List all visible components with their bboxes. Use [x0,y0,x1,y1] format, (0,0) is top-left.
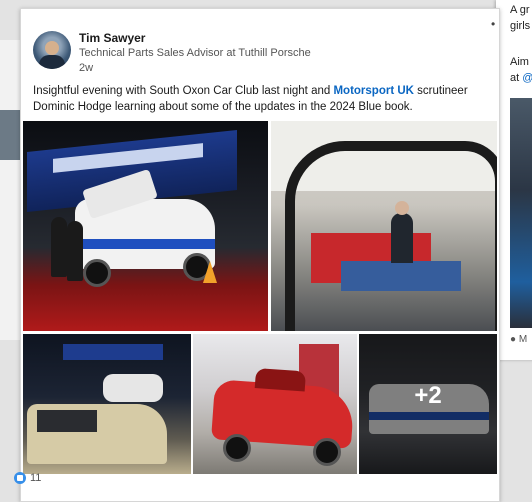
side-text-line: at @ [510,72,532,84]
person-icon: ● [510,334,517,345]
author-name[interactable]: Tim Sawyer [79,31,145,45]
side-post-image[interactable] [510,98,532,328]
reaction-count: 11 [30,472,42,484]
like-icon [14,472,26,485]
post-text: Insightful evening with South Oxon Car C… [33,85,468,113]
mention-link[interactable]: Motorsport UK [333,85,414,97]
more-photos-count[interactable]: +2 [359,382,497,410]
avatar[interactable] [33,31,71,69]
post-time: 2w [79,62,94,74]
more-options-icon[interactable]: • [491,17,495,31]
side-text-line: Aim [510,56,529,68]
photo-night-paddock[interactable] [23,334,191,474]
photo-workshop[interactable] [271,121,497,331]
side-text-line: A gr [510,4,530,16]
reactions-summary[interactable]: 11 [14,472,42,485]
photo-red-car[interactable] [193,334,357,474]
background-post-right: A gr girls Aim at @ ● M [496,0,532,360]
side-footer: ● M [510,334,528,345]
side-text-line: girls [510,20,531,32]
post-card: Tim Sawyer Technical Parts Sales Advisor… [20,8,500,502]
photo-grid: +2 [21,121,499,475]
photo-more[interactable]: +2 [359,334,497,474]
author-title: Technical Parts Sales Advisor at Tuthill… [79,47,311,59]
photo-rally-tent[interactable] [23,121,268,331]
side-mention-link[interactable]: @ [522,72,532,84]
